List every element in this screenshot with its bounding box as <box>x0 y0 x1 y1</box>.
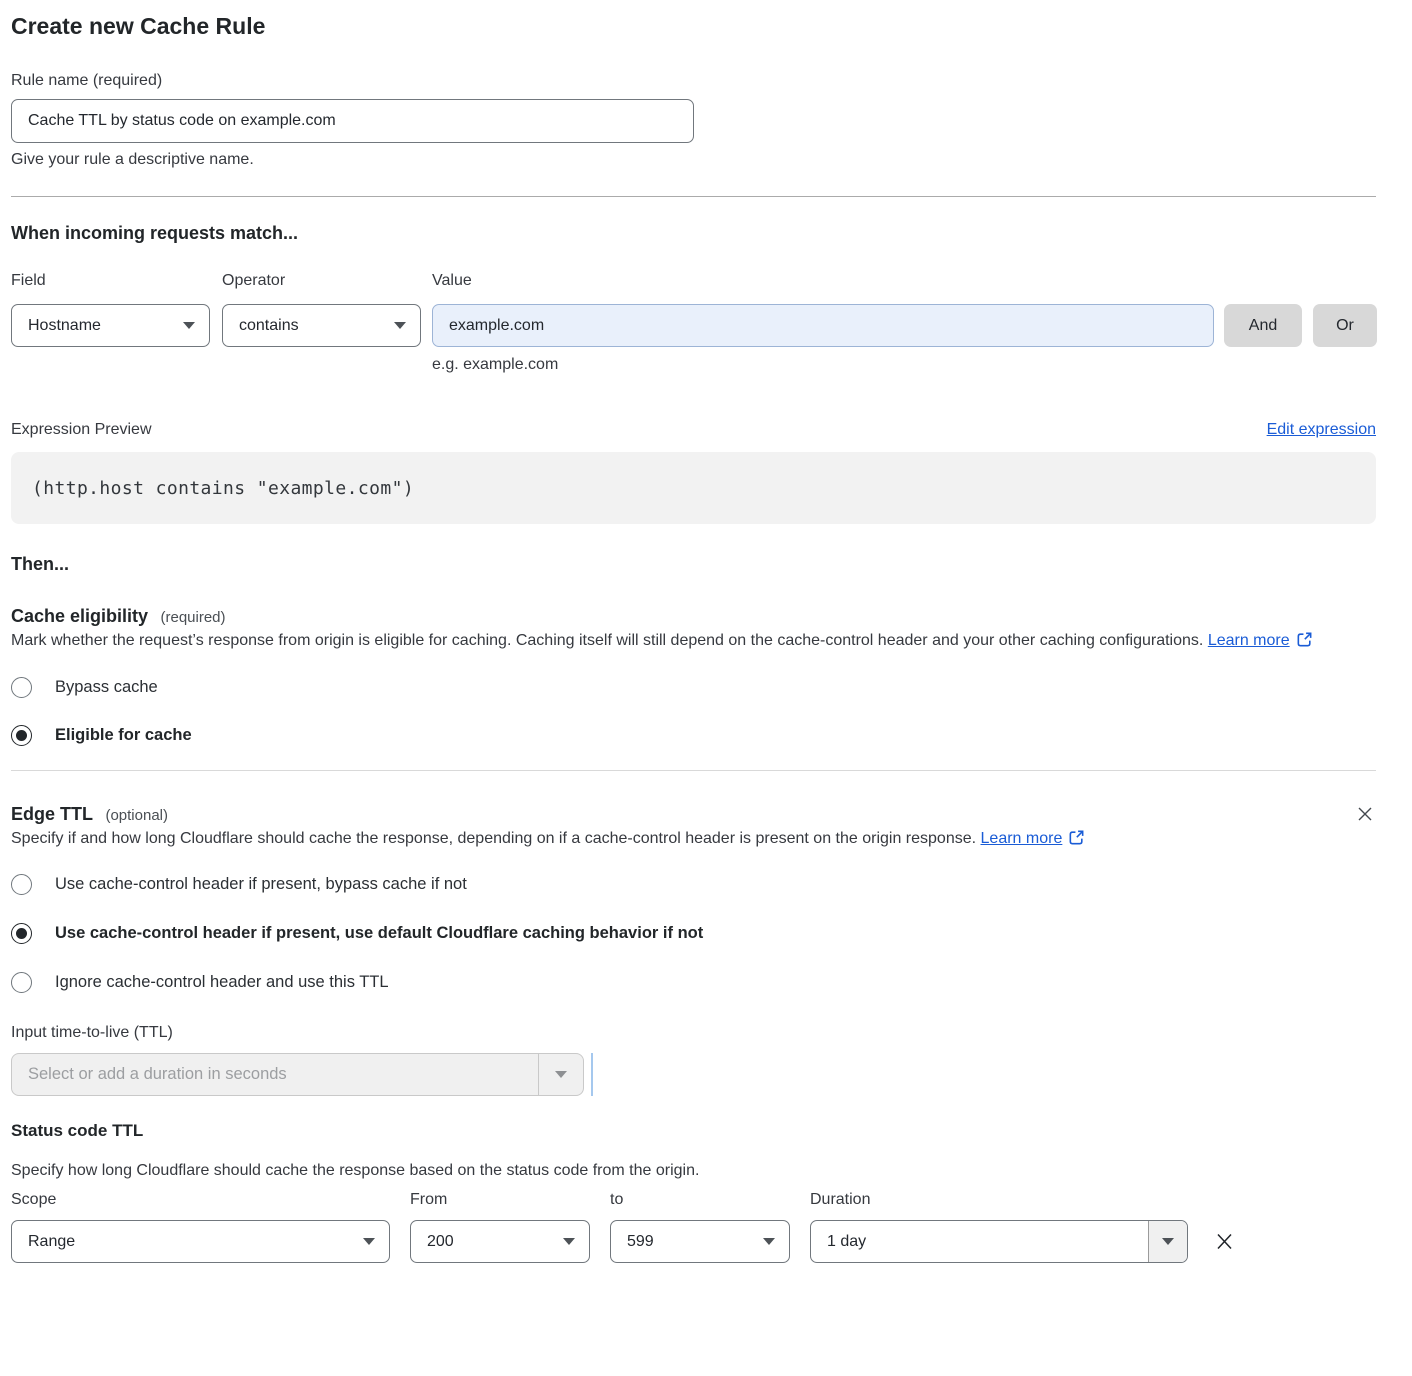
scope-label: Scope <box>11 1190 390 1209</box>
ttl-duration-placeholder: Select or add a duration in seconds <box>12 1054 538 1095</box>
status-code-ttl-heading: Status code TTL <box>11 1121 1376 1141</box>
create-cache-rule-form: Create new Cache Rule Rule name (require… <box>0 0 1412 1263</box>
radio-use-header-bypass-label: Use cache-control header if present, byp… <box>55 875 467 894</box>
operator-select[interactable]: contains <box>222 304 421 347</box>
duration-select[interactable]: 1 day <box>810 1220 1188 1263</box>
edge-ttl-description: Specify if and how long Cloudflare shoul… <box>11 825 1131 853</box>
match-heading: When incoming requests match... <box>11 223 1376 244</box>
radio-unselected-icon <box>11 972 32 993</box>
edge-ttl-optional-tag: (optional) <box>105 807 168 824</box>
operator-select-value: contains <box>239 317 299 335</box>
rule-name-label: Rule name (required) <box>11 71 1376 90</box>
edge-ttl-description-text: Specify if and how long Cloudflare shoul… <box>11 830 976 847</box>
rule-name-input[interactable] <box>11 99 694 143</box>
expression-preview-row: Expression Preview Edit expression <box>11 420 1376 439</box>
remove-status-rule-button[interactable] <box>1212 1229 1237 1254</box>
edge-ttl-heading-group: Edge TTL (optional) <box>11 803 168 825</box>
ttl-focus-indicator <box>591 1053 593 1096</box>
from-select-value: 200 <box>427 1233 454 1251</box>
ttl-duration-combobox: Select or add a duration in seconds <box>11 1053 584 1096</box>
and-button[interactable]: And <box>1224 304 1302 347</box>
chevron-down-icon <box>183 322 195 329</box>
cache-eligibility-description: Mark whether the request’s response from… <box>11 627 1356 655</box>
duration-label: Duration <box>810 1190 1188 1209</box>
field-label: Field <box>11 271 210 290</box>
learn-more-link[interactable]: Learn more <box>981 830 1063 847</box>
chevron-down-icon <box>363 1238 375 1245</box>
chevron-down-icon <box>763 1238 775 1245</box>
radio-bypass-cache-label: Bypass cache <box>55 678 158 697</box>
radio-ignore-header-label: Ignore cache-control header and use this… <box>55 973 389 992</box>
value-input-text: example.com <box>449 317 544 335</box>
match-controls-row: Hostname contains example.com And Or <box>11 304 1376 347</box>
field-select[interactable]: Hostname <box>11 304 210 347</box>
field-select-value: Hostname <box>28 317 101 335</box>
rule-name-helper: Give your rule a descriptive name. <box>11 150 1376 169</box>
to-select-value: 599 <box>627 1233 654 1251</box>
expression-preview-label: Expression Preview <box>11 420 152 439</box>
cache-eligibility-heading: Cache eligibility <box>11 606 148 626</box>
to-select[interactable]: 599 <box>610 1220 790 1263</box>
chevron-down-icon <box>394 322 406 329</box>
edge-ttl-options: Use cache-control header if present, byp… <box>11 874 1376 993</box>
radio-unselected-icon <box>11 677 32 698</box>
section-divider <box>11 196 1376 197</box>
chevron-down-icon <box>563 1238 575 1245</box>
edge-ttl-heading: Edge TTL <box>11 804 93 824</box>
status-code-ttl-description: Specify how long Cloudflare should cache… <box>11 1161 1376 1180</box>
ttl-duration-dropdown-toggle[interactable] <box>538 1054 583 1095</box>
radio-eligible-for-cache-label: Eligible for cache <box>55 726 192 745</box>
radio-eligible-for-cache[interactable]: Eligible for cache <box>11 725 1376 746</box>
external-link-icon <box>1068 829 1085 846</box>
scope-select[interactable]: Range <box>11 1220 390 1263</box>
page-title: Create new Cache Rule <box>11 13 1376 40</box>
cache-eligibility-header: Cache eligibility (required) <box>11 605 1376 627</box>
edit-expression-link[interactable]: Edit expression <box>1267 421 1376 439</box>
status-code-labels-row: Scope From to Duration <box>11 1190 1376 1209</box>
external-link-icon <box>1296 631 1313 648</box>
edge-ttl-close-button[interactable] <box>1354 803 1376 825</box>
radio-selected-icon <box>11 923 32 944</box>
close-icon <box>1356 805 1374 823</box>
expression-code-text: (http.host contains "example.com") <box>32 478 414 499</box>
radio-use-header-default[interactable]: Use cache-control header if present, use… <box>11 923 1376 944</box>
radio-use-header-bypass[interactable]: Use cache-control header if present, byp… <box>11 874 1376 895</box>
section-divider <box>11 770 1376 771</box>
chevron-down-icon <box>555 1071 567 1078</box>
value-label: Value <box>432 271 1214 290</box>
radio-bypass-cache[interactable]: Bypass cache <box>11 677 1376 698</box>
then-heading: Then... <box>11 554 1376 575</box>
expression-code-block: (http.host contains "example.com") <box>11 452 1376 524</box>
edge-ttl-header: Edge TTL (optional) <box>11 803 1376 825</box>
duration-select-value: 1 day <box>811 1221 1148 1262</box>
from-select[interactable]: 200 <box>410 1220 590 1263</box>
value-input[interactable]: example.com <box>432 304 1214 347</box>
value-helper: e.g. example.com <box>432 355 1376 374</box>
radio-unselected-icon <box>11 874 32 895</box>
operator-label: Operator <box>222 271 421 290</box>
learn-more-link[interactable]: Learn more <box>1208 632 1290 649</box>
ttl-combo-row: Select or add a duration in seconds <box>11 1053 1376 1096</box>
from-label: From <box>410 1190 590 1209</box>
remove-icon <box>1214 1231 1235 1252</box>
match-labels-row: Field Operator Value <box>11 271 1376 290</box>
ttl-input-label: Input time-to-live (TTL) <box>11 1023 1376 1042</box>
cache-eligibility-description-text: Mark whether the request’s response from… <box>11 632 1203 649</box>
radio-ignore-header[interactable]: Ignore cache-control header and use this… <box>11 972 1376 993</box>
radio-use-header-default-label: Use cache-control header if present, use… <box>55 924 703 943</box>
cache-eligibility-required-tag: (required) <box>161 609 226 626</box>
radio-selected-icon <box>11 725 32 746</box>
status-code-controls-row: Range 200 599 1 day <box>11 1220 1376 1263</box>
to-label: to <box>610 1190 790 1209</box>
chevron-down-icon <box>1162 1238 1174 1245</box>
scope-select-value: Range <box>28 1233 75 1251</box>
duration-dropdown-toggle[interactable] <box>1148 1221 1187 1262</box>
or-button[interactable]: Or <box>1313 304 1377 347</box>
